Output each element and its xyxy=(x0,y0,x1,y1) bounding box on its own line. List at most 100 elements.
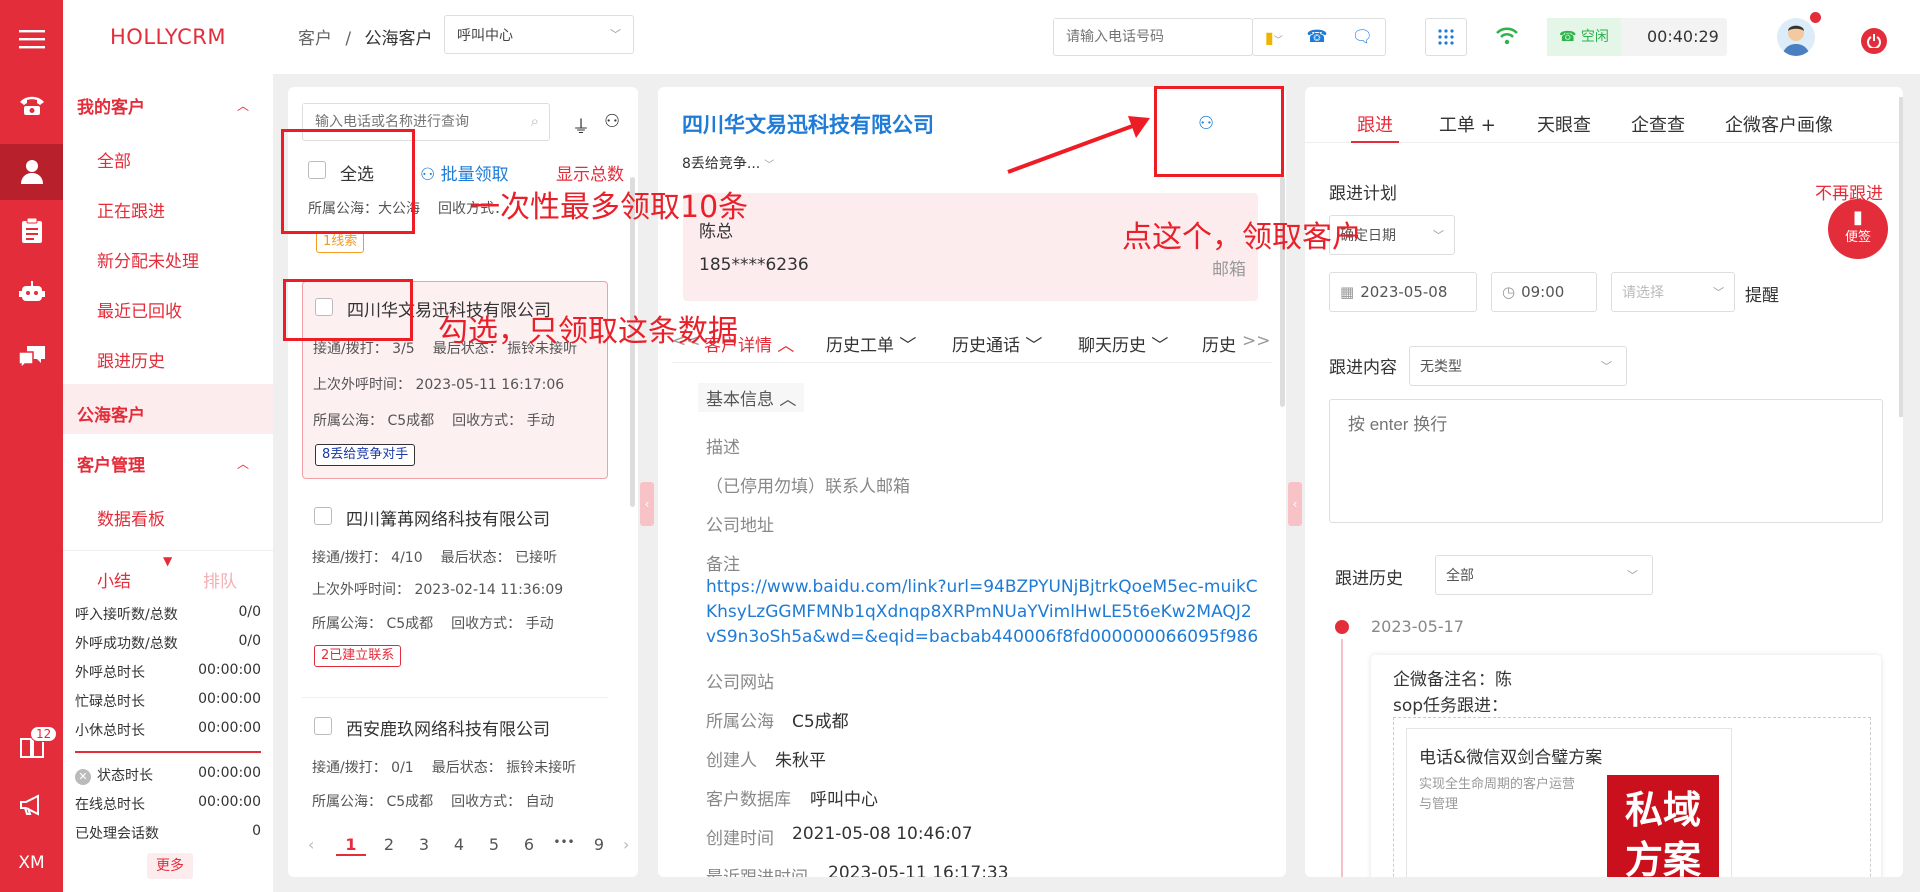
avatar[interactable] xyxy=(1777,18,1815,56)
page-ellipsis[interactable]: ••• xyxy=(549,835,579,849)
top-header: 客户 / 公海客户 呼叫中心 ﹀ ▮﹀ ☎ 🗨 ☎ 空闲 00:40:29 xyxy=(273,0,1920,74)
tag-badge: 2已建立联系 xyxy=(314,645,402,667)
phone-input-field[interactable] xyxy=(1054,19,1244,53)
annotation-max-claim: 一次性最多领取10条 xyxy=(470,190,749,225)
agent-status[interactable]: ☎ 空闲 00:40:29 xyxy=(1547,18,1727,56)
stage-select[interactable]: 8丢给竞争... ﹀ xyxy=(682,153,774,173)
nav-section-customer-mgmt[interactable]: 客户管理 xyxy=(77,451,145,476)
apps-grid-icon[interactable] xyxy=(1425,18,1467,56)
content-label: 跟进内容 xyxy=(1329,358,1397,378)
sticky-note-button[interactable]: ▮ 便签 xyxy=(1828,199,1888,259)
history-filter-select[interactable]: 全部 ﹀ xyxy=(1435,555,1653,595)
page-9[interactable]: 9 xyxy=(584,835,614,854)
date-picker[interactable]: ▦ 2023-05-08 xyxy=(1329,272,1477,312)
calendar-icon: ▦ xyxy=(1340,283,1355,301)
customer-icon[interactable] xyxy=(0,144,63,200)
nav-item-public-pool[interactable]: 公海客户 xyxy=(77,401,145,426)
nav-item-following[interactable]: 正在跟进 xyxy=(97,197,165,222)
phone-status-icon: ☎ xyxy=(1559,29,1581,45)
chevron-up-icon[interactable]: ︿ xyxy=(237,97,249,114)
tab-history-orders[interactable]: 历史工单 ﹀ xyxy=(826,331,916,356)
tab-work-order[interactable]: 工单 + xyxy=(1439,111,1496,137)
item-checkbox[interactable] xyxy=(314,717,332,735)
timeline-date: 2023-05-17 xyxy=(1371,617,1464,636)
tab-summary[interactable]: 小结 xyxy=(97,567,131,592)
menu-icon[interactable] xyxy=(0,14,63,64)
page-3[interactable]: 3 xyxy=(409,835,439,854)
tab-queue[interactable]: 排队 xyxy=(203,567,237,592)
company-title: 四川华文易迅科技有限公司 xyxy=(682,113,934,137)
nav-item-dashboard[interactable]: 数据看板 xyxy=(97,505,165,530)
content-type-select[interactable]: 无类型 ﹀ xyxy=(1409,346,1627,386)
followup-tabs: 跟进 工单 + 天眼查 企查查 企微客户画像 xyxy=(1305,87,1903,143)
nav-item-history[interactable]: 跟进历史 xyxy=(97,347,165,372)
more-button[interactable]: 更多 xyxy=(147,853,193,879)
item-name: 西安鹿玖网络科技有限公司 xyxy=(346,720,550,740)
followup-textarea[interactable] xyxy=(1329,399,1883,523)
chevron-down-icon: ﹀ xyxy=(1601,360,1612,373)
note-link[interactable]: https://www.baidu.com/link?url=94BZPYUNj… xyxy=(706,575,1258,650)
timeline-dot xyxy=(1335,620,1349,634)
tab-qichacha[interactable]: 企查查 xyxy=(1631,111,1685,137)
share-card-title: 电话&微信双剑合璧方案 xyxy=(1419,748,1603,768)
page-1[interactable]: 1 xyxy=(336,835,366,856)
phone-icon[interactable] xyxy=(0,80,63,130)
page-4[interactable]: 4 xyxy=(444,835,474,854)
share-card-image: 私域 方案 xyxy=(1607,775,1719,877)
time-picker[interactable]: ◷ 09:00 xyxy=(1491,272,1597,312)
power-icon[interactable] xyxy=(1861,28,1887,54)
nav-section-my-customers[interactable]: 我的客户 xyxy=(77,93,145,118)
field-creator-value: 朱秋平 xyxy=(775,751,826,771)
tab-followup[interactable]: 跟进 xyxy=(1357,111,1393,137)
message-icon[interactable]: 🗨 xyxy=(1352,27,1374,47)
prev-page-icon[interactable]: ‹ xyxy=(308,835,314,854)
tabs-next[interactable]: >> xyxy=(1242,331,1271,351)
nav-item-recycled[interactable]: 最近已回收 xyxy=(97,297,182,322)
breadcrumb-root[interactable]: 客户 xyxy=(298,29,332,49)
dial-phone-icon[interactable]: ☎ xyxy=(1307,27,1328,47)
add-user-icon[interactable]: ⚇ xyxy=(604,111,620,132)
tab-chat-history[interactable]: 聊天历史 ﹀ xyxy=(1078,331,1168,356)
nav-item-new-assigned[interactable]: 新分配未处理 xyxy=(97,247,199,272)
remind-label: 提醒 xyxy=(1745,286,1779,306)
page-5[interactable]: 5 xyxy=(479,835,509,854)
stat-row: 外呼成功数/总数 0/0 xyxy=(75,633,261,652)
tab-history-more[interactable]: 历史 xyxy=(1202,331,1236,356)
item-checkbox[interactable] xyxy=(314,507,332,525)
call-center-select[interactable]: 呼叫中心 ﹀ xyxy=(444,15,634,54)
chevron-up-icon[interactable]: ︿ xyxy=(237,455,249,472)
share-card[interactable]: 电话&微信双剑合璧方案 实现全生命周期的客户运营与管理 私域 方案 xyxy=(1406,728,1732,877)
list-item[interactable]: 西安鹿玖网络科技有限公司 接通/拨打： 0/1 最后状态： 振铃未接听 所属公海：… xyxy=(302,703,608,813)
page-2[interactable]: 2 xyxy=(374,835,404,854)
tab-wecom-profile[interactable]: 企微客户画像 xyxy=(1725,111,1833,137)
next-page-icon[interactable]: › xyxy=(623,835,629,854)
megaphone-icon[interactable] xyxy=(0,780,63,830)
clipboard-icon[interactable] xyxy=(0,206,63,256)
chat-icon[interactable] xyxy=(0,332,63,382)
drag-handle-icon[interactable]: ▼ xyxy=(163,554,172,568)
stat-row: ✕ 状态时长 00:00:00 xyxy=(75,765,261,785)
field-pool-label: 所属公海 xyxy=(706,712,774,732)
annotation-arrow xyxy=(1007,116,1150,174)
remind-select[interactable]: 请选择 ﹀ xyxy=(1611,272,1735,312)
xm-label[interactable]: XM xyxy=(0,838,63,888)
field-website: 公司网站 xyxy=(706,673,774,693)
basic-info-toggle[interactable]: 基本信息 ︿ xyxy=(698,383,805,412)
sop-label: sop任务跟进： xyxy=(1393,696,1509,716)
mobile-icon[interactable]: ▮﹀ xyxy=(1265,28,1283,47)
annotation-click-this: 点这个，领取客户 xyxy=(1122,220,1362,255)
phone-input[interactable] xyxy=(1053,18,1253,56)
tab-tianyancha[interactable]: 天眼查 xyxy=(1537,111,1591,137)
list-item[interactable]: 四川篝苒网络科技有限公司 接通/拨打： 4/10 最后状态： 已接听 上次外呼时间… xyxy=(302,493,608,683)
collapse-handle[interactable]: ‹ xyxy=(1288,482,1302,526)
robot-icon[interactable] xyxy=(0,268,63,318)
filter-icon[interactable]: ⏚ xyxy=(572,113,590,139)
collapse-handle[interactable]: ‹ xyxy=(640,482,654,526)
customer-detail-panel: 四川华文易迅科技有限公司 8丢给竞争... ﹀ ⚇ 陈总 185****6236 … xyxy=(658,87,1286,877)
field-created-value: 2021-05-08 10:46:07 xyxy=(792,824,973,844)
page-6[interactable]: 6 xyxy=(514,835,544,854)
wecom-note: 企微备注名：陈 xyxy=(1393,670,1512,690)
book-icon[interactable]: 12 xyxy=(0,722,63,772)
tab-history-calls[interactable]: 历史通话 ﹀ xyxy=(952,331,1042,356)
nav-item-all[interactable]: 全部 xyxy=(97,147,131,172)
